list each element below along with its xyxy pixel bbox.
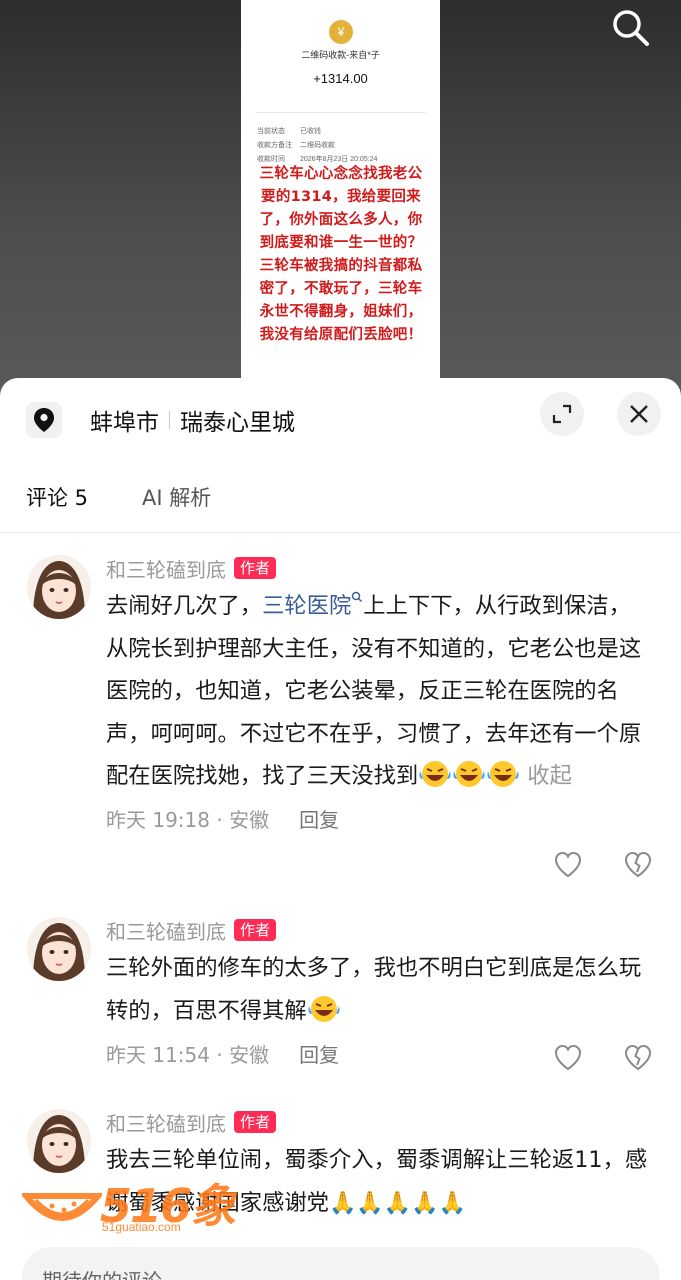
broken-heart-icon[interactable] xyxy=(623,850,653,880)
receipt-row-key: 收款方备注 xyxy=(257,142,292,149)
receipt-amount: +1314.00 xyxy=(313,71,368,86)
comment-username[interactable]: 和三轮磕到底 作者 xyxy=(106,555,651,582)
author-badge: 作者 xyxy=(234,919,277,941)
close-icon xyxy=(630,405,648,423)
author-badge: 作者 xyxy=(234,557,277,579)
laugh-cry-emoji-icon xyxy=(487,761,519,787)
media-area[interactable]: ¥ 二维码收款-来自*子 +1314.00 当前状态 已收钱 收款方备注 二维码收款… xyxy=(0,0,681,400)
location-city: 蚌埠市 xyxy=(90,410,159,436)
avatar[interactable] xyxy=(27,555,91,619)
laugh-cry-emoji-icon xyxy=(453,761,485,787)
avatar[interactable] xyxy=(27,917,91,981)
comment-text-part: 去闹好几次了， xyxy=(106,593,263,619)
watermark-logo: 516象 51guatiao.com xyxy=(19,1170,237,1240)
close-button[interactable] xyxy=(617,392,661,436)
watermark-melon-icon xyxy=(19,1193,105,1221)
comment-sheet: 蚌埠市 瑞泰心里城 评论 5 AI 解析 和三轮磕到底 作者 去闹好几次了，三轮… xyxy=(0,378,681,1280)
heart-icon[interactable] xyxy=(553,1043,583,1073)
comment-text-part: 三轮外面的修车的太多了，我也不明白它到底是怎么玩转的，百思不得其解 xyxy=(106,955,642,1024)
comment-time-location: 昨天 19:18 · 安徽 xyxy=(106,808,270,832)
location-bar[interactable]: 蚌埠市 瑞泰心里城 xyxy=(26,400,295,440)
search-small-icon xyxy=(352,591,363,603)
location-pin-icon xyxy=(26,402,62,438)
search-link[interactable]: 三轮医院 xyxy=(262,591,363,619)
comment-text: 去闹好几次了，三轮医院 上上下下，从行政到保洁，从院长到护理部大主任，没有不知道的… xyxy=(106,585,651,798)
watermark-url: 51guatiao.com xyxy=(102,1220,181,1234)
broken-heart-icon[interactable] xyxy=(623,1043,653,1073)
avatar[interactable] xyxy=(27,1109,91,1173)
receipt-qr-line: 二维码收款-来自*子 xyxy=(301,50,380,60)
comment-time-location: 昨天 11:54 · 安徽 xyxy=(106,1042,270,1067)
expand-button[interactable] xyxy=(540,392,584,436)
laugh-cry-emoji-icon xyxy=(419,761,451,787)
expand-icon xyxy=(552,404,572,424)
collapse-link[interactable]: 收起 xyxy=(527,763,572,789)
coin-icon: ¥ xyxy=(329,20,353,44)
receipt-row: 收款方备注 二维码收款 xyxy=(257,139,377,153)
receipt-row: 当前状态 已收钱 xyxy=(257,125,377,139)
tab-ai-analysis[interactable]: AI 解析 xyxy=(142,482,211,512)
pray-emoji-icon: 🙏🙏🙏🙏🙏 xyxy=(328,1190,466,1216)
author-badge: 作者 xyxy=(234,1111,277,1133)
reply-button[interactable]: 回复 xyxy=(299,804,339,833)
tab-divider xyxy=(0,532,681,533)
laugh-cry-emoji-icon xyxy=(308,995,340,1022)
tab-bar: 评论 5 AI 解析 xyxy=(26,482,211,512)
username-text: 和三轮磕到底 xyxy=(106,557,226,582)
receipt-rows: 当前状态 已收钱 收款方备注 二维码收款 收款时间 2026年8月23日 20:05:… xyxy=(257,125,377,167)
username-text: 和三轮磕到底 xyxy=(106,919,226,944)
heart-icon[interactable] xyxy=(553,850,583,880)
comment-text-part: 上上下下，从行政到保洁，从院长到护理部大主任，没有不知道的，它老公也是这医院的，… xyxy=(106,593,642,789)
comment-input-placeholder: 期待你的评论 xyxy=(42,1265,162,1280)
comment-meta: 昨天 19:18 · 安徽 回复 xyxy=(106,804,651,834)
comment-text: 三轮外面的修车的太多了，我也不明白它到底是怎么玩转的，百思不得其解 xyxy=(106,947,651,1032)
search-icon[interactable] xyxy=(609,6,653,50)
comment-input[interactable]: 期待你的评论 xyxy=(22,1247,660,1280)
comment-username[interactable]: 和三轮磕到底 作者 xyxy=(106,1109,651,1136)
overlay-caption: 三轮车心心念念找我老公要的1314，我给要回来了，你外面这么多人，你到底要和谁一… xyxy=(259,166,423,343)
search-link-text: 三轮医院 xyxy=(262,593,352,619)
receipt-row-value: 已收钱 xyxy=(300,128,321,135)
comment-username[interactable]: 和三轮磕到底 作者 xyxy=(106,917,651,944)
receipt-row-key: 当前状态 xyxy=(257,128,285,135)
tab-comments[interactable]: 评论 5 xyxy=(26,482,88,512)
receipt-row-value: 二维码收款 xyxy=(300,142,335,149)
username-text: 和三轮磕到底 xyxy=(106,1111,226,1136)
receipt-image: ¥ 二维码收款-来自*子 +1314.00 当前状态 已收钱 收款方备注 二维码收款… xyxy=(241,0,440,400)
location-separator xyxy=(169,411,170,429)
receipt-divider xyxy=(255,112,426,113)
location-place: 瑞泰心里城 xyxy=(180,410,295,436)
reply-button[interactable]: 回复 xyxy=(299,1039,339,1068)
